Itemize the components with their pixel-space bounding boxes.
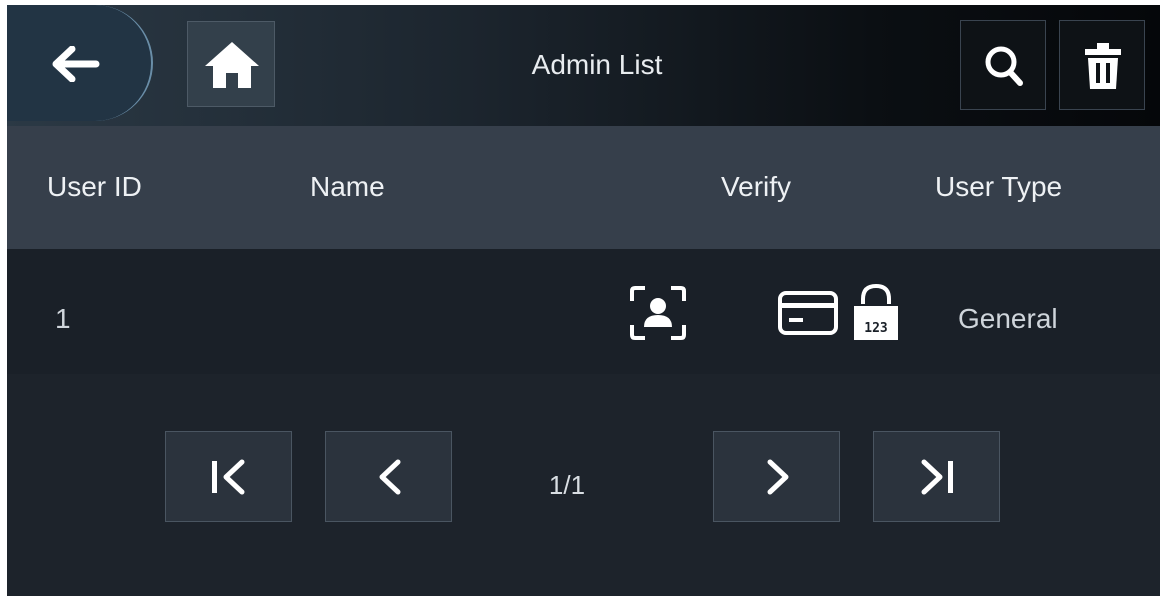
back-button[interactable] (7, 5, 153, 121)
cell-user-id: 1 (55, 303, 71, 334)
next-page-button[interactable] (713, 431, 840, 522)
top-bar: Admin List (7, 5, 1160, 126)
search-button[interactable] (960, 20, 1046, 110)
trash-icon (1085, 43, 1121, 89)
first-page-icon (212, 459, 245, 495)
last-page-icon (921, 459, 953, 495)
page-indicator: 1/1 (548, 470, 586, 500)
admin-list-screen: Admin List User ID Name Verify User Type… (7, 5, 1160, 596)
home-button[interactable] (187, 21, 275, 107)
previous-page-button[interactable] (325, 431, 452, 522)
column-header-name[interactable]: Name (310, 169, 385, 205)
table-row[interactable]: 1 123 General (7, 249, 1160, 374)
table-header: User ID Name Verify User Type (7, 126, 1160, 249)
password-digits: 123 (864, 321, 887, 336)
column-header-user-type[interactable]: User Type (935, 169, 1062, 205)
chevron-left-icon (379, 459, 401, 495)
cell-user-type: General (958, 303, 1058, 334)
last-page-button[interactable] (873, 431, 1000, 522)
face-icon (630, 286, 686, 340)
card-icon (778, 291, 838, 335)
first-page-button[interactable] (165, 431, 292, 522)
home-icon (205, 42, 259, 88)
column-header-verify[interactable]: Verify (721, 169, 791, 205)
password-icon: 123 (854, 283, 898, 340)
delete-button[interactable] (1059, 20, 1145, 110)
page-title: Admin List (531, 49, 663, 80)
arrow-left-icon (52, 46, 100, 82)
search-icon (985, 46, 1023, 86)
chevron-right-icon (767, 459, 789, 495)
column-header-user-id[interactable]: User ID (47, 169, 142, 205)
